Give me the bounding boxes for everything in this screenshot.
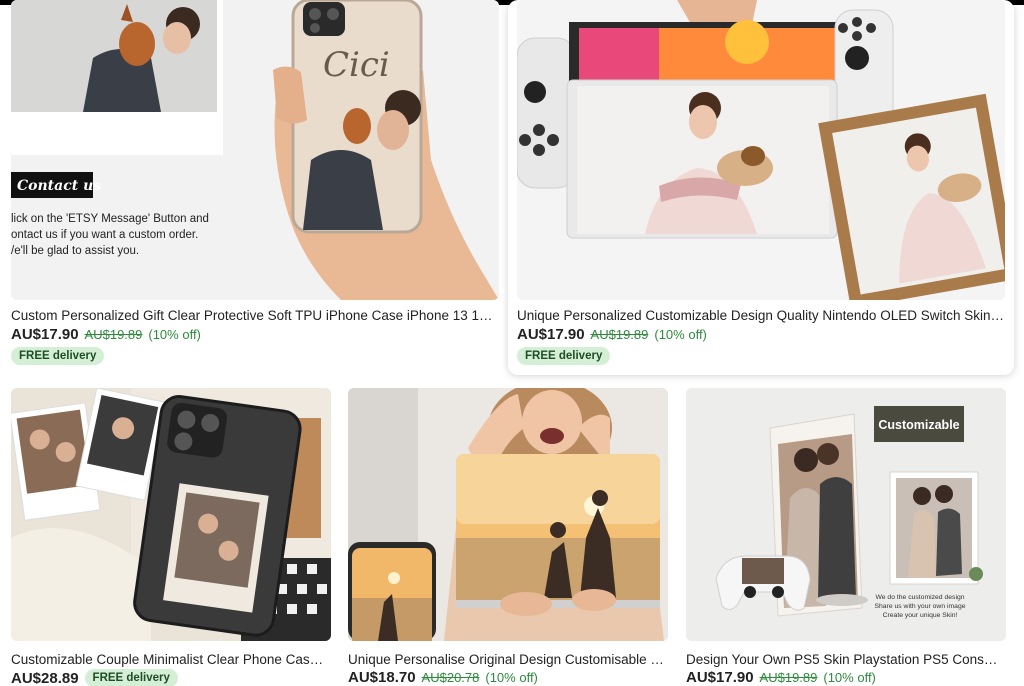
product-card-2[interactable]: Unique Personalized Customizable Design … <box>508 0 1014 375</box>
product-image-4[interactable] <box>348 388 668 641</box>
product-title-5[interactable]: Design Your Own PS5 Skin Playstation PS5… <box>686 652 1000 667</box>
old-price-4: AU$20.78 <box>421 670 480 685</box>
product-card-4[interactable]: Unique Personalise Original Design Custo… <box>348 388 668 686</box>
product-title-2[interactable]: Unique Personalized Customizable Design … <box>517 308 1007 323</box>
free-delivery-badge-3: FREE delivery <box>84 669 178 686</box>
product-image-5[interactable]: Customizable We do the customized design <box>686 388 1006 641</box>
couple-phone-case-photo <box>11 388 331 641</box>
price-row-1: AU$17.90 AU$19.89 (10% off) <box>11 326 201 343</box>
product-card-1[interactable]: Contact us lick on the 'ETSY Message' Bu… <box>11 0 499 370</box>
product-image-1[interactable]: Contact us lick on the 'ETSY Message' Bu… <box>11 0 499 300</box>
caption-line3: Create your unique Skin! <box>883 612 958 619</box>
caption-line2: Share us with your own image <box>874 603 965 610</box>
discount-4: (10% off) <box>485 670 538 685</box>
old-price-5: AU$19.89 <box>759 670 818 685</box>
price-row-5: AU$17.90 AU$19.89 (10% off) <box>686 669 876 686</box>
product-image-2[interactable] <box>517 0 1005 300</box>
customizable-tag: Customizable <box>878 418 959 432</box>
price-2: AU$17.90 <box>517 326 585 343</box>
product-title-3[interactable]: Customizable Couple Minimalist Clear Pho… <box>11 652 329 667</box>
product-card-3[interactable]: Customizable Couple Minimalist Clear Pho… <box>11 388 331 686</box>
product-image-3[interactable] <box>11 388 331 641</box>
price-1: AU$17.90 <box>11 326 79 343</box>
switch-skin-photo <box>517 0 1005 300</box>
phone-case-photo: Contact us lick on the 'ETSY Message' Bu… <box>11 0 499 300</box>
caption-line1: We do the customized design <box>875 594 964 601</box>
product-title-4[interactable]: Unique Personalise Original Design Custo… <box>348 652 664 667</box>
price-row-2: AU$17.90 AU$19.89 (10% off) <box>517 326 707 343</box>
contact-text-line1: lick on the 'ETSY Message' Button and <box>11 213 209 225</box>
product-title-1[interactable]: Custom Personalized Gift Clear Protectiv… <box>11 308 497 323</box>
case-name-text: Cici <box>323 45 390 85</box>
discount-2: (10% off) <box>654 327 707 342</box>
price-3: AU$28.89 <box>11 669 79 686</box>
contact-us-label: Contact us <box>17 178 101 194</box>
price-row-4: AU$18.70 AU$20.78 (10% off) <box>348 669 538 686</box>
product-card-5[interactable]: Customizable We do the customized design <box>686 388 1006 686</box>
price-row-3: AU$28.89 FREE delivery <box>11 669 178 686</box>
discount-5: (10% off) <box>823 670 876 685</box>
free-delivery-badge-1: FREE delivery <box>11 347 105 365</box>
old-price-1: AU$19.89 <box>84 327 143 342</box>
discount-1: (10% off) <box>148 327 201 342</box>
contact-text-line2: ontact us if you want a custom order. <box>11 229 198 241</box>
price-5: AU$17.90 <box>686 669 754 686</box>
price-4: AU$18.70 <box>348 669 416 686</box>
ps5-skin-photo: Customizable We do the customized design <box>686 388 1006 641</box>
contact-text-line3: /e'll be glad to assist you. <box>11 245 139 257</box>
free-delivery-badge-2: FREE delivery <box>517 347 611 365</box>
macbook-case-photo <box>348 388 668 641</box>
old-price-2: AU$19.89 <box>590 327 649 342</box>
